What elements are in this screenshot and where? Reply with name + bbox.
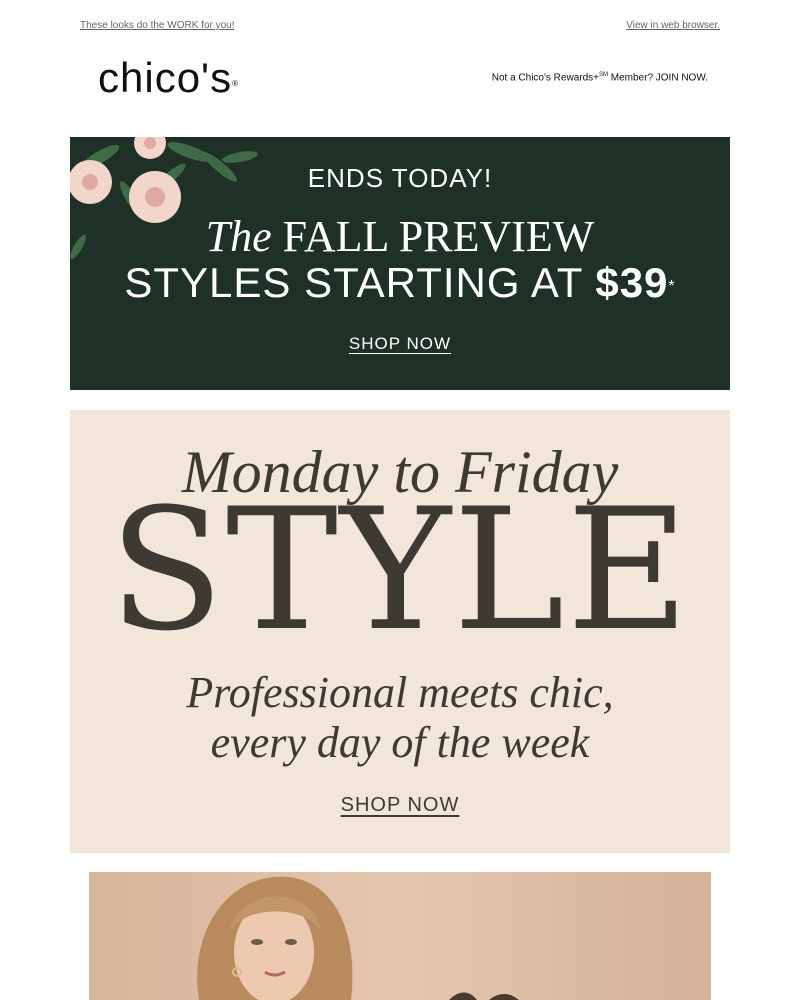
logo-text: chico's [98, 54, 233, 101]
sub-price: $39 [595, 259, 669, 306]
member-suffix: Member? JOIN NOW. [607, 72, 708, 84]
email-page: These looks do the WORK for you! View in… [0, 0, 800, 1000]
title-rest: FALL PREVIEW [271, 212, 595, 261]
registered-mark: ® [232, 79, 239, 88]
service-mark: SM [598, 72, 608, 78]
monday-friday-style-block[interactable]: Monday to Friday STYLE Professional meet… [70, 410, 730, 853]
banner-shop-now-link[interactable]: SHOP NOW [349, 334, 451, 353]
sub-asterisk: * [668, 278, 676, 295]
model-photo-icon [89, 872, 711, 1000]
sub-prefix: STYLES STARTING AT [124, 259, 596, 306]
member-prefix: Not a Chico's Rewards+ [491, 72, 599, 84]
preheader: These looks do the WORK for you! View in… [80, 20, 720, 34]
styles-starting-text: STYLES STARTING AT $39* [70, 259, 730, 307]
every-day-line: every day of the week [210, 718, 590, 767]
fall-preview-banner[interactable]: ENDS TODAY! The FALL PREVIEW STYLES STAR… [70, 137, 730, 390]
fall-preview-title: The FALL PREVIEW [70, 213, 730, 261]
join-rewards-link[interactable]: Not a Chico's Rewards+SM Member? JOIN NO… [492, 72, 708, 83]
professional-chic-line: Professional meets chic, [186, 668, 614, 717]
style-word: STYLE [108, 472, 692, 668]
view-in-browser-link[interactable]: View in web browser. [626, 20, 720, 31]
title-the: The [205, 212, 272, 261]
ends-today-label: ENDS TODAY! [307, 163, 493, 193]
style-shop-now-link[interactable]: SHOP NOW [341, 794, 460, 816]
chicos-logo[interactable]: chico's® [98, 56, 239, 100]
model-photo[interactable] [89, 872, 711, 1000]
preheader-tagline-link[interactable]: These looks do the WORK for you! [80, 20, 235, 31]
